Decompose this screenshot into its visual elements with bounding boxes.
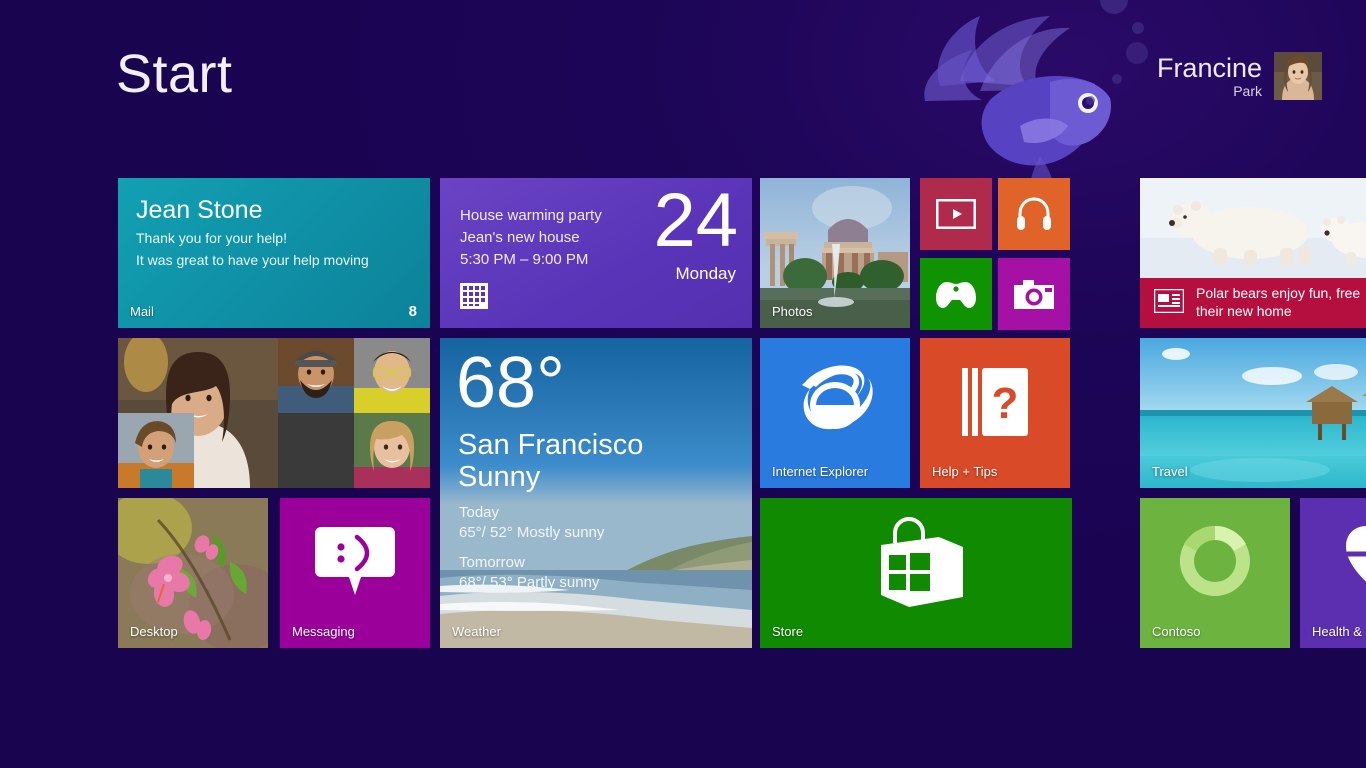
tile-help-tips[interactable]: ? Help + Tips xyxy=(920,338,1070,488)
bubble-icon xyxy=(1086,96,1095,105)
tile-label-weather: Weather xyxy=(452,624,501,639)
store-bag-icon xyxy=(760,498,1072,628)
tile-internet-explorer[interactable]: Internet Explorer xyxy=(760,338,910,488)
message-smiley-icon xyxy=(280,498,430,624)
calendar-event-location: Jean's new house xyxy=(460,229,580,246)
people-photo-collage xyxy=(118,338,430,488)
tile-label-desktop: Desktop xyxy=(130,624,178,639)
betta-fish-background-art xyxy=(900,0,1160,196)
internet-explorer-icon xyxy=(760,338,910,466)
tile-label-contoso: Contoso xyxy=(1152,624,1200,639)
weather-temperature: 68° xyxy=(456,346,565,422)
tile-calendar[interactable]: House warming party Jean's new house 5:3… xyxy=(440,178,752,328)
tile-label-travel: Travel xyxy=(1152,464,1188,479)
news-headline-text: Polar bears enjoy fun, free their new ho… xyxy=(1196,285,1360,321)
tile-label-photos: Photos xyxy=(772,304,812,319)
video-play-icon xyxy=(920,178,992,250)
contoso-ring-icon xyxy=(1140,498,1290,624)
calendar-day-number: 24 xyxy=(653,183,738,259)
user-account-tile[interactable]: Francine Park xyxy=(1157,52,1322,102)
tile-label-mail: Mail xyxy=(130,304,154,319)
tile-messaging[interactable]: Messaging xyxy=(280,498,430,648)
calendar-icon xyxy=(460,283,488,314)
headphones-icon xyxy=(998,178,1070,250)
calendar-event-title: House warming party xyxy=(460,207,602,224)
tile-photos[interactable]: Photos xyxy=(760,178,910,328)
tile-label-messaging: Messaging xyxy=(292,624,355,639)
tile-label-store: Store xyxy=(772,624,803,639)
weather-tomorrow-label: Tomorrow xyxy=(459,554,525,571)
user-last-name: Park xyxy=(1157,82,1262,102)
help-book-icon: ? xyxy=(920,338,1070,466)
bubble-icon xyxy=(1112,74,1122,84)
weather-today-forecast: 65°/ 52° Mostly sunny xyxy=(459,524,604,541)
tile-mail[interactable]: Jean Stone Thank you for your help! It w… xyxy=(118,178,430,328)
bubble-icon xyxy=(1126,42,1148,64)
mail-subject: Thank you for your help! xyxy=(136,230,287,246)
page-title: Start xyxy=(116,47,233,101)
news-article-icon xyxy=(1154,289,1184,318)
user-name-block: Francine Park xyxy=(1157,52,1262,102)
mail-sender: Jean Stone xyxy=(136,196,263,225)
tile-store[interactable]: Store xyxy=(760,498,1072,648)
tile-music[interactable] xyxy=(998,178,1070,250)
weather-city: San Francisco xyxy=(458,428,643,462)
tile-video[interactable] xyxy=(920,178,992,250)
bubble-icon xyxy=(1132,22,1144,34)
tile-health[interactable]: Health & xyxy=(1300,498,1366,648)
mail-preview: It was great to have your help moving xyxy=(136,252,369,268)
mail-unread-count: 8 xyxy=(409,303,417,320)
heart-pulse-icon xyxy=(1316,498,1366,624)
tile-travel[interactable]: Travel xyxy=(1140,338,1366,488)
tile-label-internet-explorer: Internet Explorer xyxy=(772,464,868,479)
calendar-event-time: 5:30 PM – 9:00 PM xyxy=(460,251,588,268)
weather-today-label: Today xyxy=(459,504,499,521)
weather-tomorrow-forecast: 68°/ 53° Partly sunny xyxy=(459,574,599,591)
svg-text:?: ? xyxy=(992,379,1019,428)
start-screen: Start Francine Park Jean Stone xyxy=(0,0,1366,768)
tile-label-health: Health & xyxy=(1312,624,1362,639)
tile-weather[interactable]: 68° San Francisco Sunny Today 65°/ 52° M… xyxy=(440,338,752,648)
news-headline-line2: their new home xyxy=(1196,303,1292,319)
polar-bears-photo xyxy=(1140,178,1366,278)
tile-desktop[interactable]: Desktop xyxy=(118,498,268,648)
tile-contoso[interactable]: Contoso xyxy=(1140,498,1290,648)
gamepad-icon xyxy=(920,258,992,330)
tile-people[interactable] xyxy=(118,338,430,488)
tile-label-help-tips: Help + Tips xyxy=(932,464,997,479)
user-first-name: Francine xyxy=(1157,54,1262,82)
news-headline-line1: Polar bears enjoy fun, free xyxy=(1196,285,1360,301)
avatar[interactable] xyxy=(1274,52,1322,100)
tile-games[interactable] xyxy=(920,258,992,330)
tile-news[interactable]: Polar bears enjoy fun, free their new ho… xyxy=(1140,178,1366,328)
calendar-day-name: Monday xyxy=(676,264,736,284)
tile-camera[interactable] xyxy=(998,258,1070,330)
bubble-icon xyxy=(1100,0,1128,14)
camera-icon xyxy=(998,258,1070,330)
news-headline-bar: Polar bears enjoy fun, free their new ho… xyxy=(1140,278,1366,328)
weather-condition: Sunny xyxy=(458,460,540,494)
